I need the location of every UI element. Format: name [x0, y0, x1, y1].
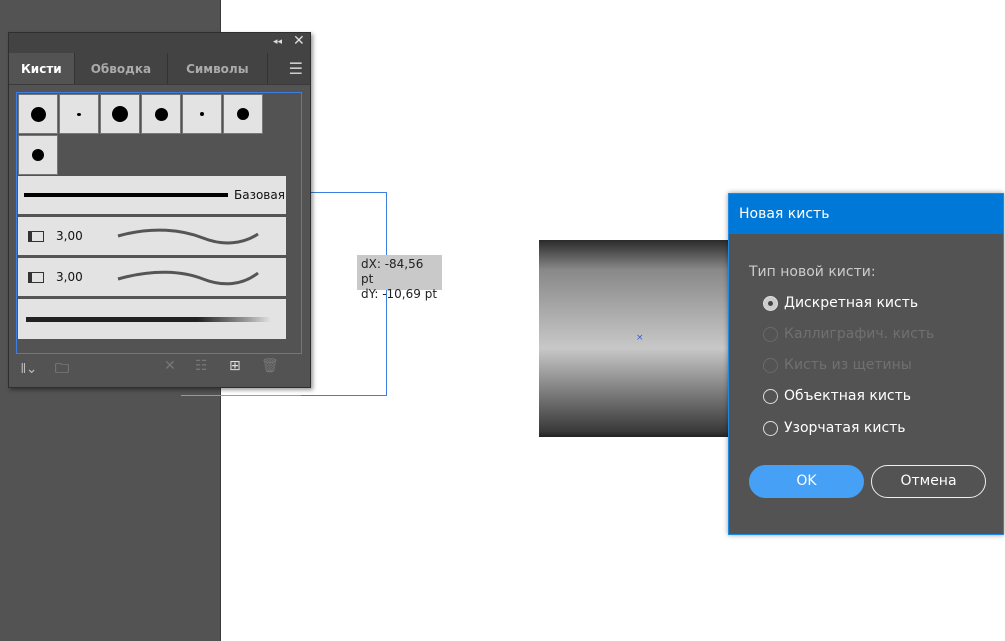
collapse-icon[interactable]: ◂◂ [273, 37, 282, 47]
close-icon[interactable]: ✕ [293, 33, 305, 49]
selection-bounds-bottom [181, 395, 301, 396]
brush-name: Базовая [234, 188, 285, 202]
brush-basic[interactable]: Базовая [18, 176, 286, 216]
options-icon[interactable]: ☷ [195, 358, 208, 374]
new-brush-icon[interactable]: ⊞ [229, 358, 241, 374]
radio-label: Дискретная кисть [784, 295, 919, 311]
brush-swatch[interactable] [141, 94, 181, 134]
calligraphic-brush-icon [28, 230, 44, 242]
brush-calligraphic[interactable]: 3,00 [18, 217, 286, 257]
brush-swatch[interactable] [18, 94, 58, 134]
dialog-title: Новая кисть [729, 194, 1003, 234]
brush-calligraphic[interactable]: 3,00 [18, 258, 286, 298]
brush-size: 3,00 [56, 229, 83, 243]
new-brush-dialog: Новая кисть Тип новой кисти: Дискретная … [728, 193, 1004, 535]
brush-swatch[interactable] [100, 94, 140, 134]
dx-readout: dX: -84,56 pt [361, 257, 424, 286]
dy-readout: dY: -10,69 pt [361, 287, 438, 301]
brush-type-label: Тип новой кисти: [749, 264, 876, 280]
radio-label: Кисть из щетины [784, 357, 912, 373]
brush-swatch[interactable] [182, 94, 222, 134]
tab-symbols[interactable]: Символы [168, 53, 268, 84]
panel-footer: 𝍪⌄ 🗀 ✕ ☷ ⊞ 🗑 [9, 358, 310, 380]
radio-bristle-brush[interactable]: Кисть из щетины [763, 357, 912, 373]
panel-menu-icon[interactable]: ☰ [289, 53, 310, 84]
ok-button[interactable]: OK [749, 465, 864, 498]
cc-libraries-icon[interactable]: 🗀 [55, 358, 69, 382]
radio-calligraphic-brush[interactable]: Каллиграфич. кисть [763, 326, 934, 342]
brush-stroke-preview [26, 316, 271, 322]
brush-swatch[interactable] [18, 135, 58, 175]
radio-art-brush[interactable]: Объектная кисть [763, 388, 911, 404]
calligraphic-brush-icon [28, 271, 44, 283]
radio-pattern-brush[interactable]: Узорчатая кисть [763, 420, 906, 436]
radio-label: Объектная кисть [784, 388, 912, 404]
cancel-button[interactable]: Отмена [871, 465, 986, 498]
tab-brushes[interactable]: Кисти [9, 53, 75, 84]
brushes-list: Базовая 3,00 3,00 [16, 92, 302, 354]
brush-stroke-preview [24, 193, 228, 197]
delete-icon[interactable]: 🗑 [261, 358, 279, 374]
remove-stroke-icon[interactable]: ✕ [164, 358, 176, 374]
tab-stroke[interactable]: Обводка [75, 53, 169, 84]
brush-libraries-icon[interactable]: 𝍪⌄ [21, 358, 38, 382]
brushes-panel: ◂◂ ✕ Кисти Обводка Символы ☰ Базовая 3,0… [8, 32, 311, 388]
panel-tabs: Кисти Обводка Символы ☰ [9, 53, 310, 85]
brush-stroke-preview [117, 270, 259, 286]
radio-label: Каллиграфич. кисть [784, 326, 935, 342]
center-point-icon: × [636, 333, 644, 343]
brush-size: 3,00 [56, 270, 83, 284]
brush-swatch[interactable] [223, 94, 263, 134]
radio-scatter-brush[interactable]: Дискретная кисть [763, 295, 918, 311]
brush-stroke-preview [117, 228, 259, 245]
brush-bristle[interactable] [18, 299, 286, 339]
brush-swatch[interactable] [59, 94, 99, 134]
move-tooltip: dX: -84,56 pt dY: -10,69 pt [357, 255, 442, 301]
panel-titlebar[interactable]: ◂◂ ✕ [9, 33, 310, 53]
radio-label: Узорчатая кисть [784, 420, 906, 436]
